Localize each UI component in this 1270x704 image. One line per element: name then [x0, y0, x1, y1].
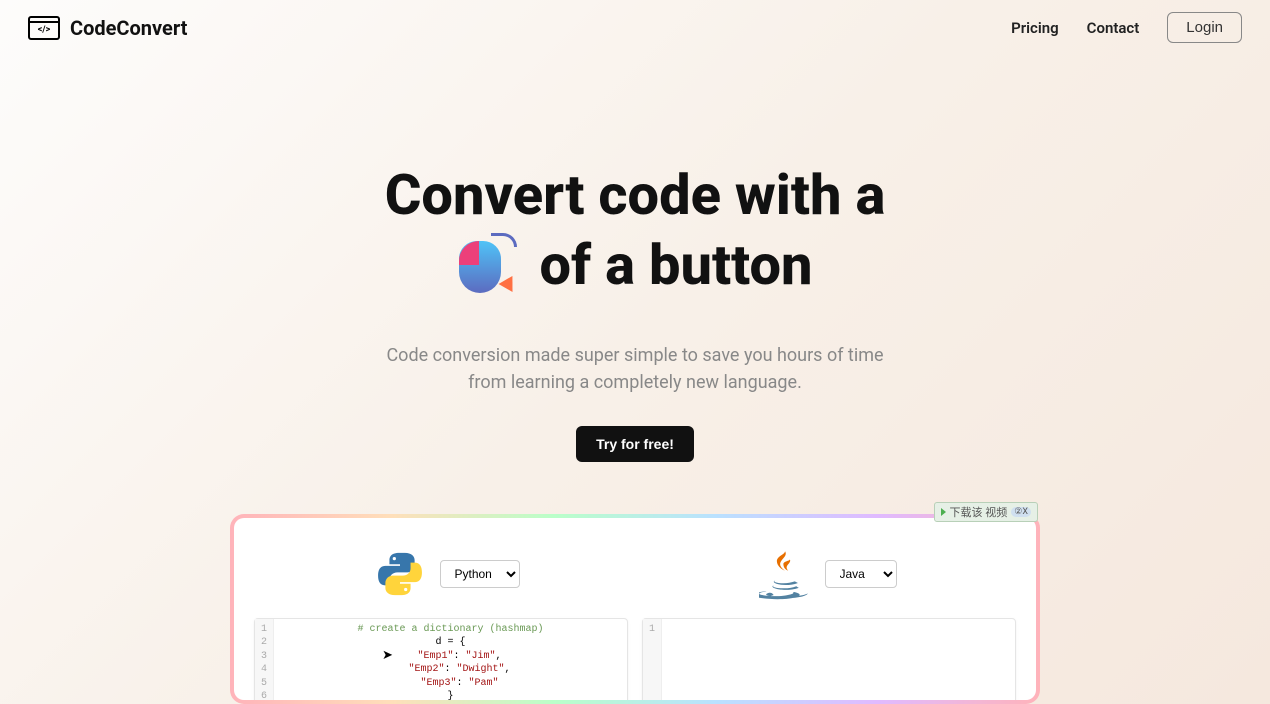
- badge-close-icon[interactable]: ②X: [1011, 507, 1031, 517]
- target-code-panel[interactable]: 1: [642, 618, 1016, 700]
- nav-contact[interactable]: Contact: [1087, 19, 1140, 37]
- nav-pricing[interactable]: Pricing: [1011, 19, 1059, 37]
- brand-name: CodeConvert: [70, 16, 187, 40]
- play-icon: [941, 508, 946, 516]
- to-language: Java: [759, 548, 897, 600]
- code-content: [662, 619, 1015, 700]
- logo[interactable]: </> CodeConvert: [28, 16, 187, 40]
- line-gutter: 1: [643, 619, 662, 700]
- hero-title-line1: Convert code with a: [0, 163, 1270, 227]
- hero-title-tail: of a button: [539, 233, 812, 297]
- download-video-badge[interactable]: 下载该 视频 ②X: [934, 502, 1038, 522]
- code-content: # create a dictionary (hashmap) d = { "E…: [274, 619, 627, 700]
- source-code-panel[interactable]: 1 2 3 4 5 6 # create a dictionary (hashm…: [254, 618, 628, 700]
- from-language: Python: [374, 548, 520, 600]
- java-icon: [759, 548, 811, 600]
- line-gutter: 1 2 3 4 5 6: [255, 619, 274, 700]
- to-language-select[interactable]: Java: [825, 560, 897, 588]
- hero-title-line2: of a button: [0, 233, 1270, 297]
- from-language-select[interactable]: Python: [440, 560, 520, 588]
- mouse-click-icon: [457, 237, 521, 295]
- demo-container: 下载该 视频 ②X Python: [230, 514, 1040, 704]
- hero-subtitle: Code conversion made super simple to sav…: [0, 342, 1270, 396]
- login-button[interactable]: Login: [1167, 12, 1242, 43]
- hero: Convert code with a of a button Code con…: [0, 55, 1270, 704]
- try-free-button[interactable]: Try for free!: [576, 426, 694, 462]
- header: </> CodeConvert Pricing Contact Login: [0, 0, 1270, 55]
- code-window-icon: </>: [28, 16, 60, 40]
- python-icon: [374, 548, 426, 600]
- nav: Pricing Contact Login: [1011, 12, 1242, 43]
- cursor-icon: ➤: [382, 647, 393, 665]
